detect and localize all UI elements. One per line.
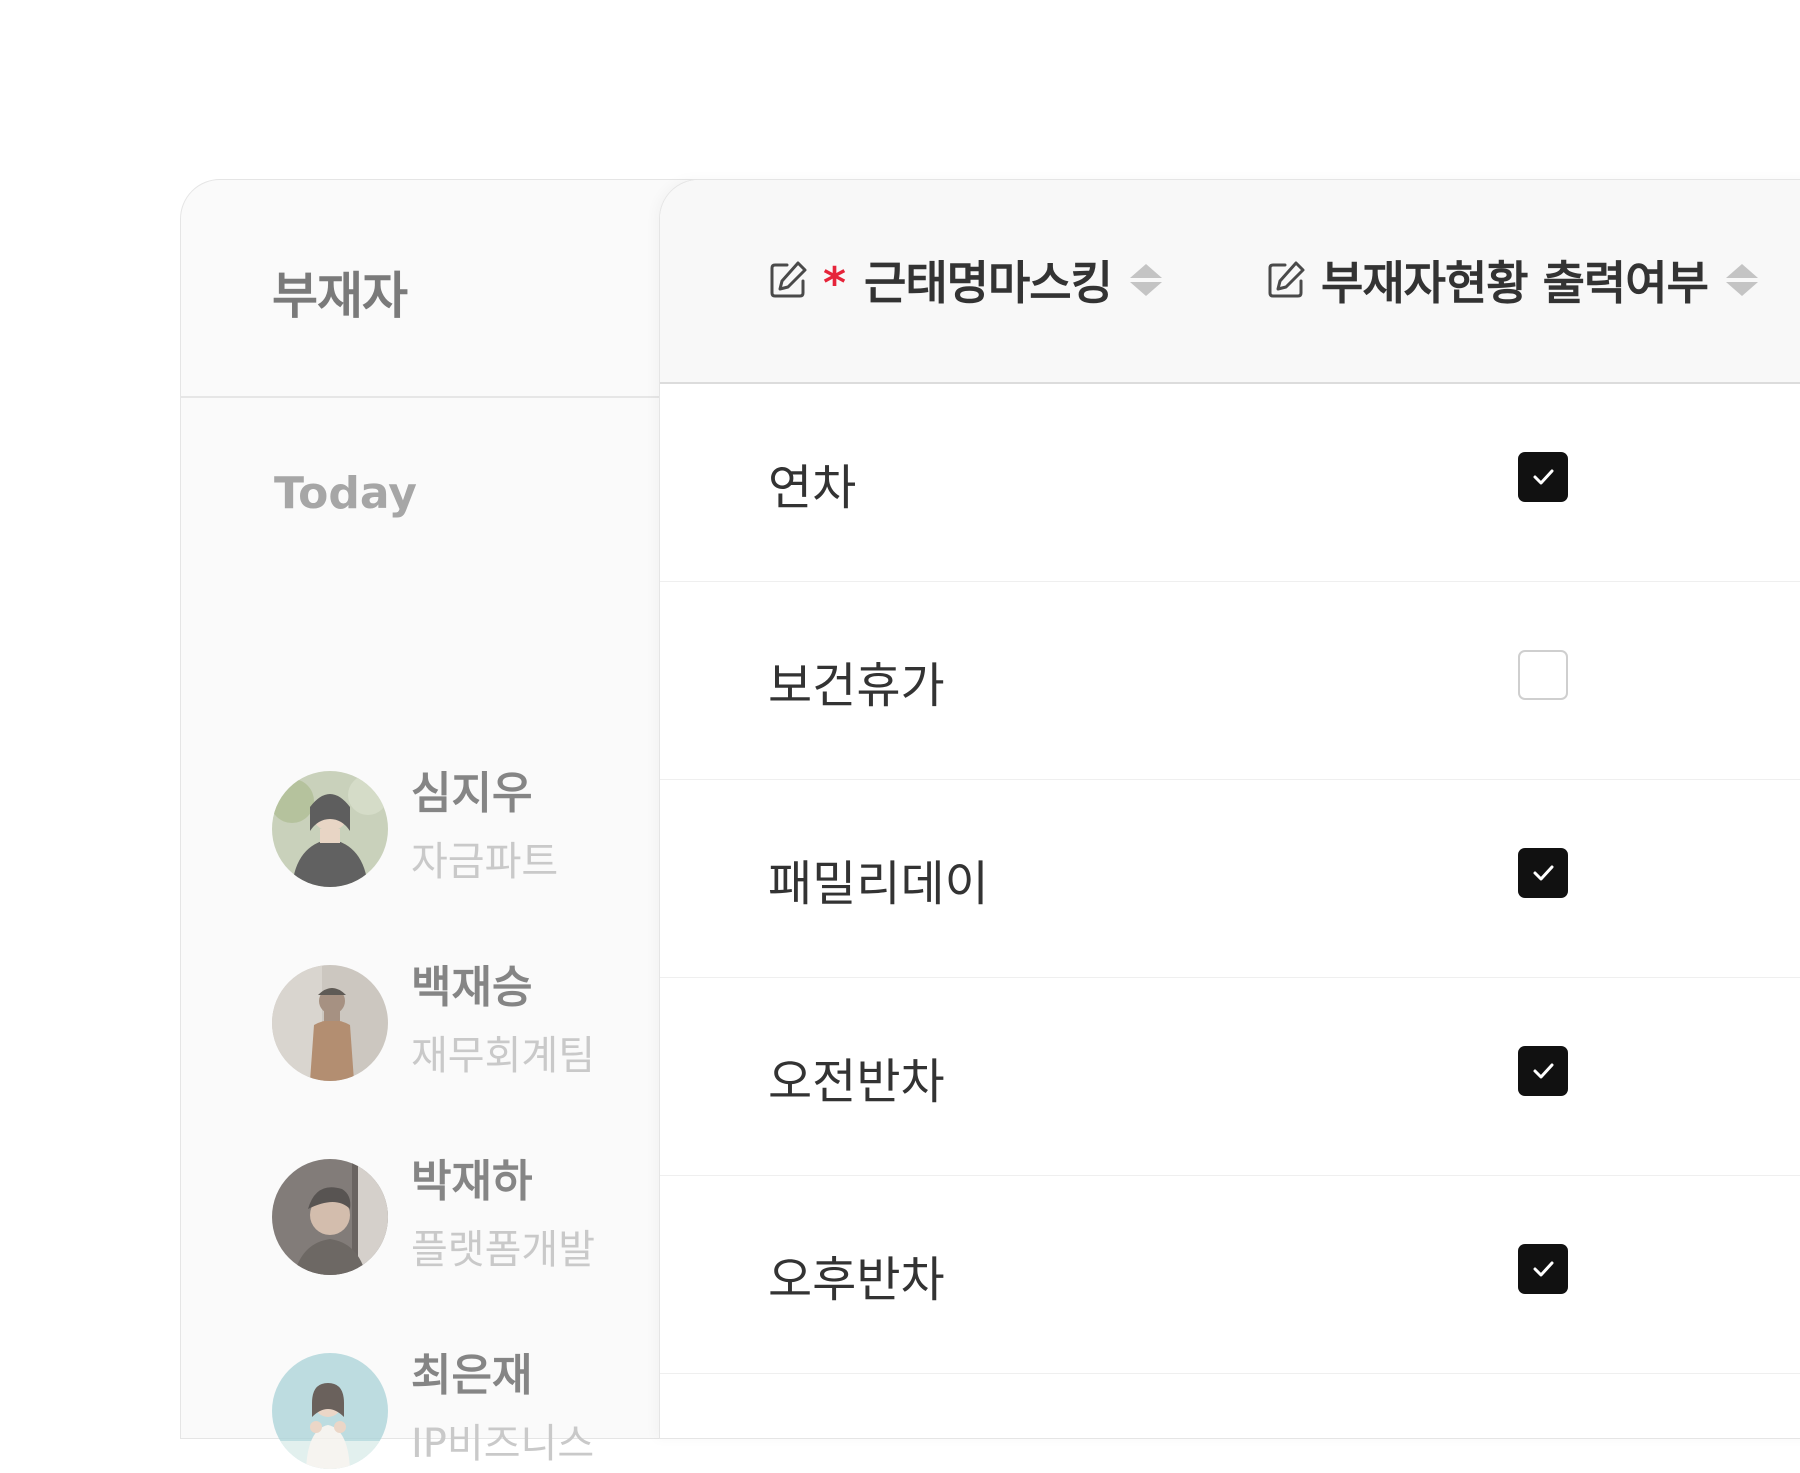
show-in-status-checkbox[interactable]: [1518, 1244, 1568, 1294]
table-row: 연차: [660, 384, 1800, 582]
column-title: 근태명마스킹: [864, 256, 1113, 310]
column-header-masking-name[interactable]: * 근태명마스킹: [767, 250, 1164, 310]
avatar: [272, 1159, 388, 1275]
absentee-panel: 부재자 Today 심지우 자금파트 백재승 재무회계팀 박재하 플랫폼개발 최…: [180, 179, 700, 1469]
absentee-list-item[interactable]: 백재승 재무회계팀: [272, 962, 672, 1085]
absentee-team: 자금파트: [411, 839, 559, 885]
absentee-name: 심지우: [411, 768, 533, 819]
avatar: [272, 965, 388, 1081]
table-row: 오후반차: [660, 1176, 1800, 1374]
column-header-show-in-status[interactable]: 부재자현황 출력여부: [1265, 250, 1760, 310]
table-row: 보건휴가: [660, 582, 1800, 780]
today-section-label: Today: [274, 468, 417, 519]
absentee-panel-title: 부재자: [272, 267, 408, 325]
checkmark-icon: [1533, 1261, 1554, 1277]
absentee-name: 백재승: [411, 962, 533, 1013]
absentee-team: 플랫폼개발: [411, 1227, 595, 1273]
edit-icon[interactable]: [1265, 259, 1307, 301]
checkmark-icon: [1533, 865, 1554, 881]
absentee-name: 최은재: [411, 1350, 533, 1401]
attendance-type-name: 보건휴가: [768, 658, 945, 714]
show-in-status-checkbox[interactable]: [1518, 848, 1568, 898]
table-row: 패밀리데이: [660, 780, 1800, 978]
avatar: [272, 771, 388, 887]
attendance-type-table: * 근태명마스킹 부재자현황 출력여부 연차 보건휴가 패밀리데이 오전반차 오…: [659, 179, 1800, 1439]
checkmark-icon: [1533, 469, 1554, 485]
show-in-status-checkbox[interactable]: [1518, 452, 1568, 502]
edit-icon[interactable]: [767, 259, 809, 301]
sort-icon[interactable]: [1724, 260, 1760, 300]
checkmark-icon: [1533, 1063, 1554, 1079]
attendance-type-name: 오전반차: [768, 1054, 945, 1110]
absentee-name: 박재하: [411, 1156, 533, 1207]
table-header: * 근태명마스킹 부재자현황 출력여부: [660, 180, 1800, 384]
show-in-status-checkbox[interactable]: [1518, 650, 1568, 700]
absentee-panel-header: 부재자: [181, 180, 699, 398]
absentee-list-item[interactable]: 박재하 플랫폼개발: [272, 1156, 672, 1279]
absentee-team: IP비즈니스: [411, 1421, 595, 1467]
absentee-list-item[interactable]: 심지우 자금파트: [272, 768, 672, 891]
required-mark: *: [823, 257, 847, 309]
attendance-type-name: 오후반차: [768, 1252, 945, 1308]
table-row: 오전반차: [660, 978, 1800, 1176]
show-in-status-checkbox[interactable]: [1518, 1046, 1568, 1096]
table-body: 연차 보건휴가 패밀리데이 오전반차 오후반차: [660, 384, 1800, 1374]
attendance-type-name: 패밀리데이: [768, 856, 989, 912]
avatar: [272, 1353, 388, 1469]
column-title: 부재자현황 출력여부: [1321, 256, 1709, 310]
absentee-list-item[interactable]: 최은재 IP비즈니스: [272, 1350, 672, 1473]
sort-icon[interactable]: [1128, 260, 1164, 300]
attendance-type-name: 연차: [768, 460, 857, 516]
absentee-team: 재무회계팀: [411, 1033, 595, 1079]
